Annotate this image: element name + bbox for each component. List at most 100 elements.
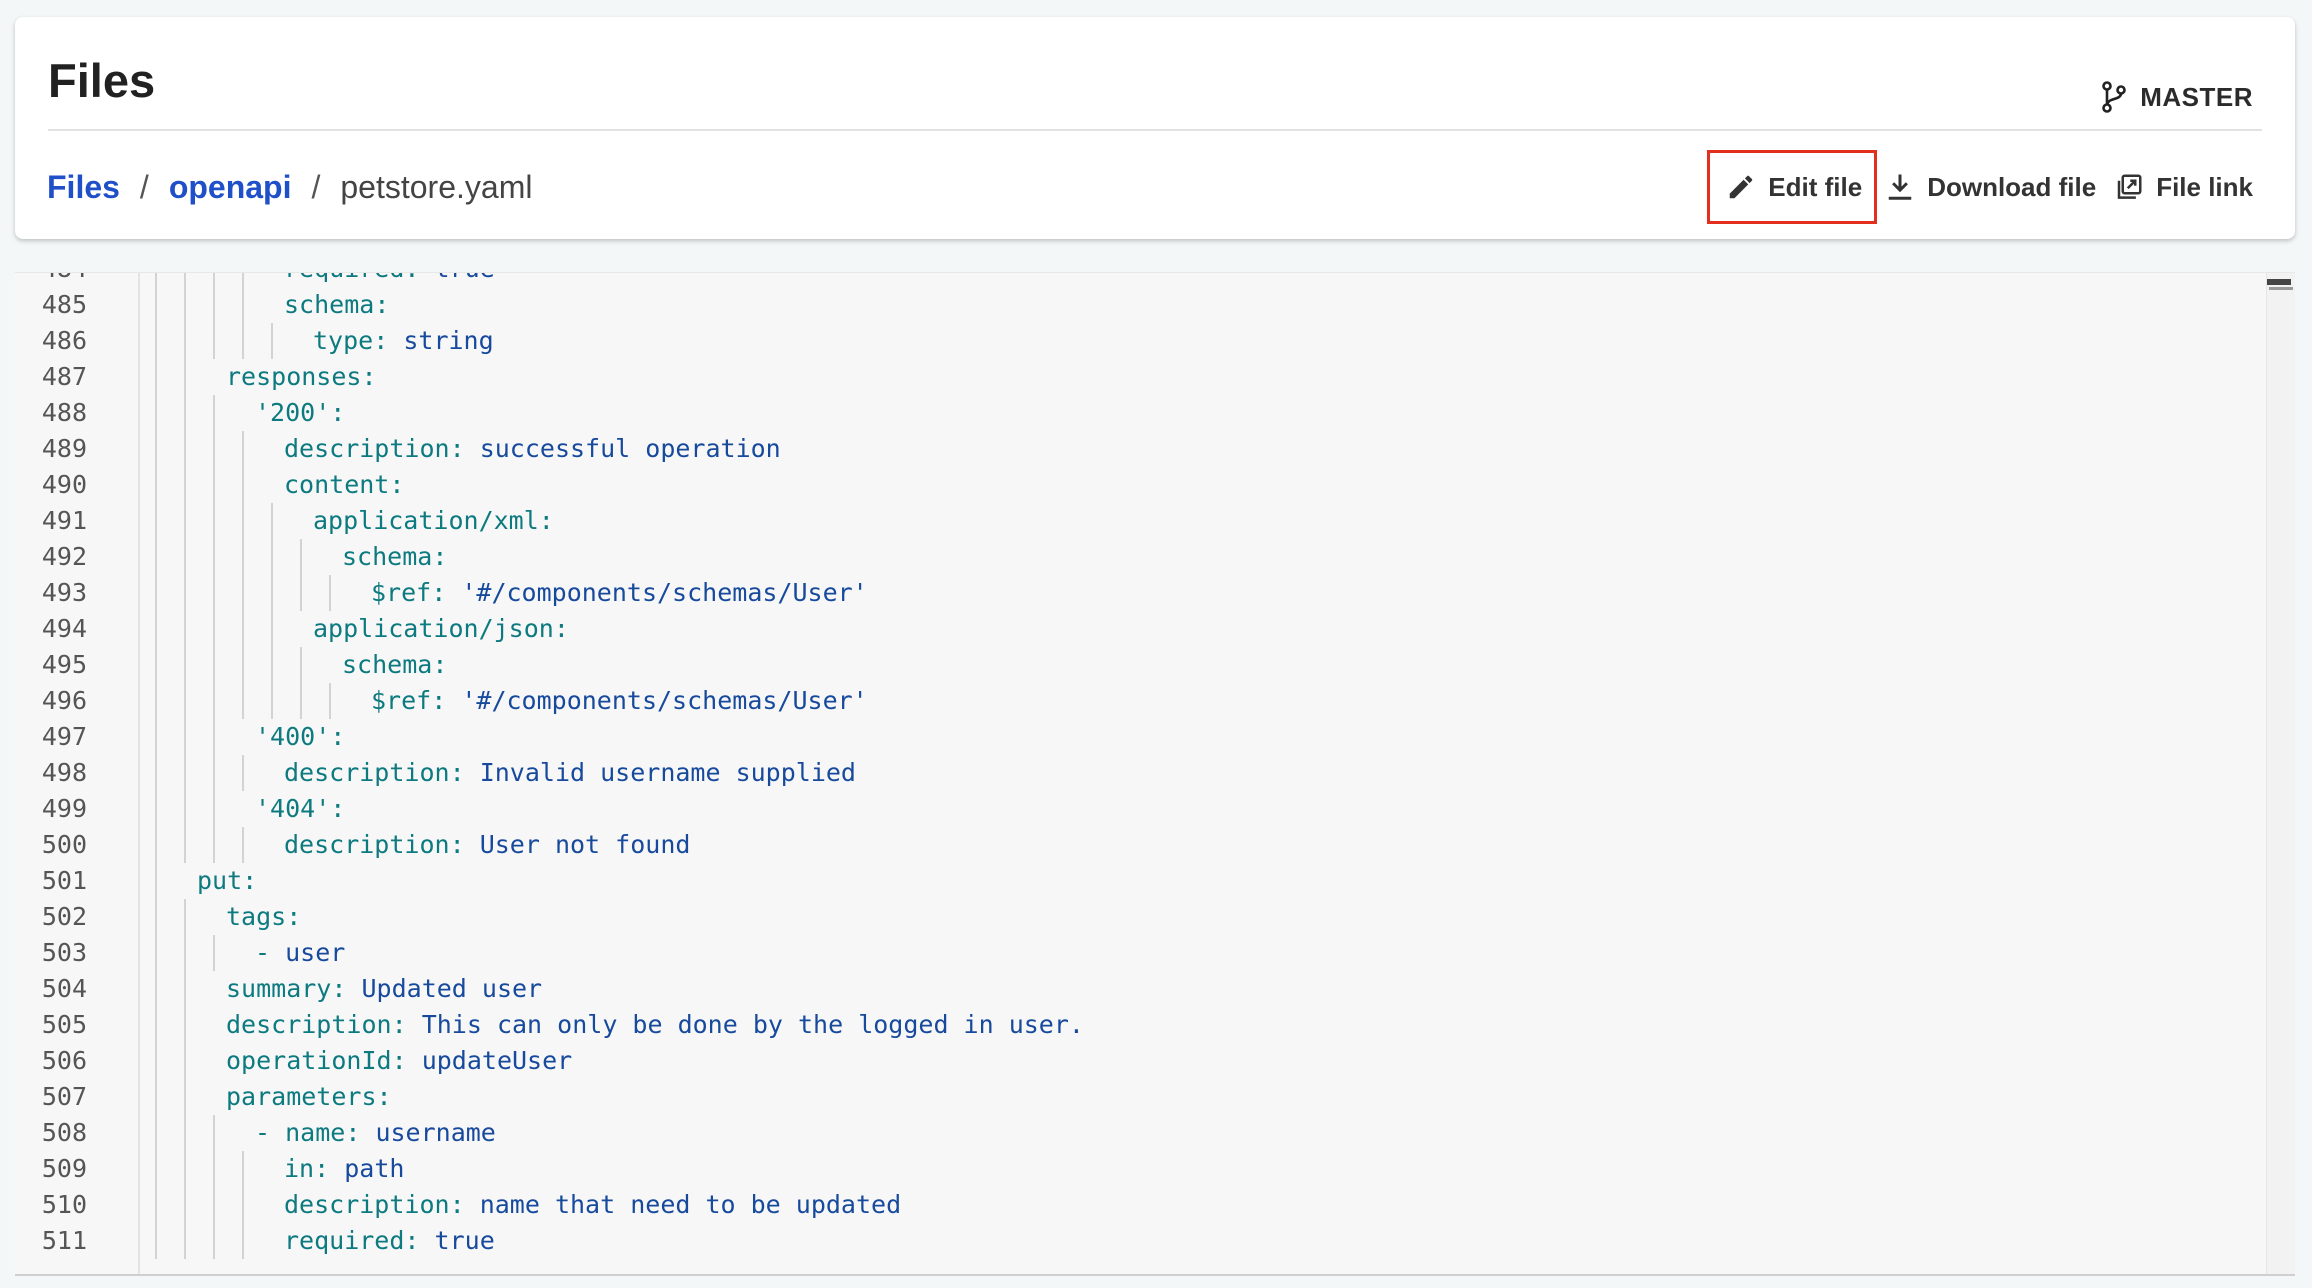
breadcrumb-separator: / — [311, 168, 321, 205]
code-line: 486 type: string — [15, 323, 2265, 359]
code-text: - user — [255, 938, 346, 967]
scroll-thumb[interactable] — [2267, 279, 2291, 285]
line-number: 485 — [41, 290, 87, 319]
indent-guide — [155, 575, 157, 611]
indent-guide — [155, 755, 157, 791]
indent-guide — [242, 647, 244, 683]
download-file-button[interactable]: Download file — [1885, 157, 2096, 217]
code-line: 508 - name: username — [15, 1115, 2265, 1151]
indent-guide — [184, 1043, 186, 1079]
indent-guide — [213, 1223, 215, 1259]
editor-scrollbar[interactable] — [2266, 273, 2295, 1275]
code-line: 507 parameters: — [15, 1079, 2265, 1115]
indent-guide — [155, 827, 157, 863]
yaml-key: parameters — [226, 1082, 377, 1111]
indent-guide — [300, 539, 302, 575]
code-line: 505 description: This can only be done by… — [15, 1007, 2265, 1043]
code-text: '400': — [255, 722, 346, 751]
breadcrumb-files[interactable]: Files — [47, 169, 120, 206]
indent-guide — [213, 575, 215, 611]
code-text: $ref: '#/components/schemas/User' — [371, 578, 868, 607]
code-line: 488 '200': — [15, 395, 2265, 431]
indent-guide — [184, 827, 186, 863]
indent-guide — [184, 755, 186, 791]
yaml-key: description — [284, 434, 450, 463]
yaml-key: required — [284, 273, 404, 283]
code-line: 490 content: — [15, 467, 2265, 503]
indent-guide — [184, 719, 186, 755]
indent-guide — [242, 755, 244, 791]
indent-guide — [213, 683, 215, 719]
indent-guide — [271, 539, 273, 575]
indent-guide — [155, 395, 157, 431]
indent-guide — [155, 719, 157, 755]
indent-guide — [155, 1007, 157, 1043]
code-line: 498 description: Invalid username supplie… — [15, 755, 2265, 791]
indent-guide — [184, 395, 186, 431]
indent-guide — [184, 431, 186, 467]
yaml-value: string — [403, 326, 494, 355]
yaml-key: schema — [342, 542, 433, 571]
indent-guide — [242, 431, 244, 467]
scroll-marker — [2269, 287, 2293, 290]
branch-selector[interactable]: MASTER — [2100, 75, 2253, 119]
yaml-key: name — [285, 1118, 346, 1147]
indent-guide — [242, 683, 244, 719]
file-link-button[interactable]: File link — [2114, 157, 2253, 217]
yaml-value: successful operation — [479, 434, 781, 463]
line-number: 504 — [41, 974, 87, 1003]
indent-guide — [213, 1151, 215, 1187]
indent-guide — [213, 611, 215, 647]
line-number: 501 — [41, 866, 87, 895]
line-number: 499 — [41, 794, 87, 823]
code-text: responses: — [226, 362, 377, 391]
indent-guide — [155, 323, 157, 359]
indent-guide — [155, 1187, 157, 1223]
indent-guide — [155, 273, 157, 287]
yaml-key: schema — [342, 650, 433, 679]
edit-file-button[interactable]: Edit file — [1707, 150, 1878, 224]
code-text: put: — [197, 866, 258, 895]
yaml-key: description — [284, 830, 450, 859]
code-line: 497 '400': — [15, 719, 2265, 755]
indent-guide — [271, 575, 273, 611]
yaml-key: tags — [226, 902, 287, 931]
yaml-value: '#/components/schemas/User' — [461, 578, 868, 607]
line-number: 492 — [41, 542, 87, 571]
yaml-key: required — [284, 1226, 405, 1255]
file-header-card: Files MASTER Files / openapi / petstore.… — [15, 17, 2295, 239]
line-number: 509 — [41, 1154, 87, 1183]
indent-guide — [329, 683, 331, 719]
indent-guide — [242, 503, 244, 539]
indent-guide — [213, 827, 215, 863]
file-actions: Edit file Download file File link — [1707, 150, 2253, 224]
code-editor[interactable]: 484 required: true 485 schema: 486 type: stri… — [15, 272, 2295, 1275]
branch-label: MASTER — [2140, 81, 2253, 112]
indent-guide — [155, 1115, 157, 1151]
indent-guide — [184, 935, 186, 971]
breadcrumb-openapi[interactable]: openapi — [169, 169, 292, 206]
code-line: 484 required: true — [15, 273, 2265, 287]
indent-guide — [184, 683, 186, 719]
indent-guide — [184, 273, 186, 287]
code-line: 495 schema: — [15, 647, 2265, 683]
branch-icon — [2102, 81, 2127, 113]
yaml-value: user — [285, 938, 346, 967]
yaml-value: Updated user — [361, 974, 543, 1003]
yaml-value: Invalid username supplied — [479, 758, 856, 787]
indent-guide — [184, 575, 186, 611]
yaml-key: type — [313, 326, 374, 355]
yaml-key: $ref — [371, 578, 432, 607]
line-number: 508 — [41, 1118, 87, 1147]
code-line: 499 '404': — [15, 791, 2265, 827]
code-text: schema: — [342, 650, 448, 679]
line-number: 493 — [41, 578, 87, 607]
code-text: - name: username — [255, 1118, 496, 1147]
code-line: 489 description: successful operation — [15, 431, 2265, 467]
code-line: 496 $ref: '#/components/schemas/User' — [15, 683, 2265, 719]
indent-guide — [242, 575, 244, 611]
file-link-icon — [2117, 174, 2142, 199]
indent-guide — [184, 1223, 186, 1259]
yaml-value: true — [434, 1226, 495, 1255]
indent-guide — [300, 647, 302, 683]
